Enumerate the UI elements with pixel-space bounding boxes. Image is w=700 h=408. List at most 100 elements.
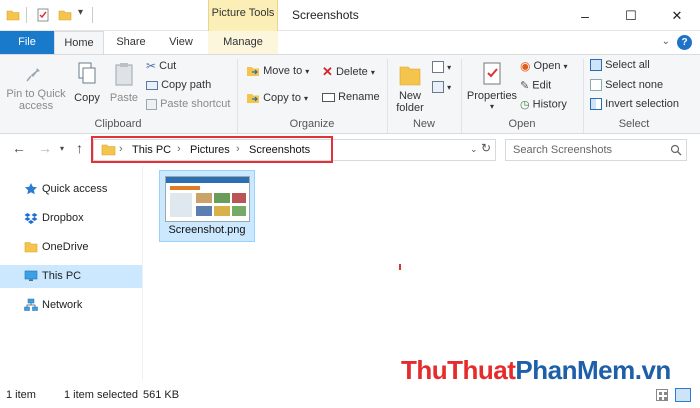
dropdown-arrow-icon: ▾ [447, 83, 452, 92]
properties-button[interactable]: Properties ▾ [466, 61, 518, 111]
large-icons-view-icon[interactable] [675, 388, 691, 402]
nav-item-label: OneDrive [42, 241, 89, 253]
search-box[interactable]: Search Screenshots [505, 139, 687, 161]
new-folder-button[interactable]: New folder [392, 61, 428, 114]
address-dropdown-icon[interactable]: ⌄ [470, 144, 478, 155]
new-folder-qa-icon[interactable] [58, 8, 72, 22]
scissors-icon: ✂ [146, 59, 157, 73]
search-placeholder: Search Screenshots [513, 144, 613, 156]
paste-shortcut-button[interactable]: Paste shortcut [146, 98, 230, 110]
select-group-label: Select [618, 118, 650, 130]
tab-home[interactable]: Home [54, 31, 104, 54]
forward-arrow-icon[interactable]: → [38, 140, 52, 156]
nav-item-network[interactable]: Network [0, 294, 142, 317]
easy-access-icon [432, 81, 444, 94]
copy-label: Copy [74, 92, 100, 104]
file-name-label: Screenshot.png [168, 224, 246, 236]
nav-item-onedrive[interactable]: OneDrive [0, 236, 142, 259]
move-to-button[interactable]: Move to ▾ [246, 64, 309, 78]
paste-label: Paste [109, 92, 139, 104]
status-selected-count: 1 item selected [64, 389, 138, 401]
rename-button[interactable]: Rename [322, 91, 380, 103]
select-all-label: Select all [605, 59, 650, 71]
edit-label: Edit [532, 79, 552, 92]
maximize-icon: ☐ [625, 7, 637, 23]
refresh-icon[interactable]: ↻ [481, 141, 491, 155]
recent-locations-icon[interactable]: ▾ [60, 144, 64, 153]
qa-customize-icon[interactable]: ▾ [78, 7, 83, 18]
copy-path-button[interactable]: Copy path [146, 79, 211, 91]
new-group-label: New [412, 118, 435, 130]
select-none-icon [590, 79, 602, 92]
select-all-button[interactable]: Select all [590, 59, 650, 72]
watermark-part: .vn [634, 355, 672, 385]
edit-button[interactable]: ✎ Edit [520, 79, 551, 92]
easy-access-button[interactable]: ▾ [432, 81, 452, 94]
delete-x-icon: ✕ [322, 64, 333, 79]
nav-item-dropbox[interactable]: Dropbox [0, 207, 142, 230]
clipboard-group-label: Clipboard [94, 118, 142, 130]
copy-icon [78, 62, 96, 84]
tab-file[interactable]: File [0, 31, 54, 54]
properties-label: Properties [466, 90, 518, 102]
details-view-icon[interactable] [656, 389, 668, 401]
open-button[interactable]: ◉ Open ▾ [520, 59, 568, 73]
network-icon [24, 298, 38, 311]
copy-to-button[interactable]: Copy to ▾ [246, 91, 308, 105]
invert-selection-icon [590, 98, 602, 111]
dropdown-arrow-icon: ▾ [489, 102, 494, 111]
close-button[interactable]: ✕ [654, 0, 700, 31]
status-bar: 1 item 1 item selected 561 KB [0, 384, 700, 408]
move-to-label: Move to [263, 64, 303, 77]
pin-quick-access-button[interactable]: Pin to Quick access [4, 61, 68, 112]
copy-to-label: Copy to [263, 91, 301, 104]
status-item-count: 1 item [6, 389, 36, 401]
maximize-button[interactable]: ☐ [608, 0, 654, 31]
tab-manage[interactable]: Manage [208, 31, 278, 54]
delete-button[interactable]: ✕ Delete ▾ [322, 64, 375, 80]
nav-item-this-pc[interactable]: This PC [0, 265, 142, 288]
new-item-button[interactable]: ▾ [432, 61, 452, 74]
dropdown-arrow-icon: ▾ [447, 63, 452, 72]
history-button[interactable]: ◷ History [520, 98, 567, 111]
watermark-part: Thu [401, 355, 448, 385]
file-item[interactable]: Screenshot.png [159, 170, 255, 242]
paste-icon [115, 63, 133, 86]
properties-qa-icon[interactable] [36, 8, 50, 22]
title-bar: ▾ Picture Tools Screenshots – ☐ ✕ [0, 0, 700, 31]
nav-item-quick-access[interactable]: Quick access [0, 178, 142, 201]
invert-selection-button[interactable]: Invert selection [590, 98, 679, 111]
tab-view[interactable]: View [158, 31, 204, 54]
explorer-icon[interactable] [6, 8, 20, 22]
star-icon [25, 183, 37, 195]
back-arrow-icon[interactable]: ← [12, 140, 26, 156]
minimize-button[interactable]: – [562, 0, 608, 31]
close-icon: ✕ [671, 7, 683, 23]
tab-share[interactable]: Share [106, 31, 156, 54]
up-arrow-icon[interactable]: ↑ [76, 140, 83, 156]
copy-to-icon [247, 94, 259, 103]
minimize-icon: – [581, 7, 589, 24]
copy-button[interactable]: Copy [70, 61, 104, 104]
file-thumbnail [165, 176, 250, 222]
watermark-part: PhanMem [515, 355, 635, 385]
copy-path-icon [146, 80, 158, 90]
monitor-icon [24, 270, 38, 281]
help-icon[interactable]: ? [677, 35, 692, 50]
pin-label-1: Pin to Quick [6, 88, 66, 100]
organize-group-label: Organize [289, 118, 335, 130]
folder-icon [24, 242, 38, 253]
select-none-button[interactable]: Select none [590, 79, 663, 92]
paste-button[interactable]: Paste [106, 61, 142, 104]
delete-label: Delete [335, 65, 368, 78]
cut-button[interactable]: ✂ Cut [146, 59, 176, 73]
open-group-label: Open [508, 118, 536, 130]
rename-label: Rename [338, 91, 380, 103]
picture-tools-context-tab: Picture Tools [208, 0, 278, 31]
window-title: Screenshots [292, 8, 359, 22]
nav-item-label: Quick access [42, 183, 108, 195]
qa-divider [26, 7, 27, 23]
collapse-ribbon-icon[interactable]: ⌄ [662, 36, 670, 47]
dropbox-icon [24, 213, 38, 224]
cursor-mark [399, 264, 401, 270]
